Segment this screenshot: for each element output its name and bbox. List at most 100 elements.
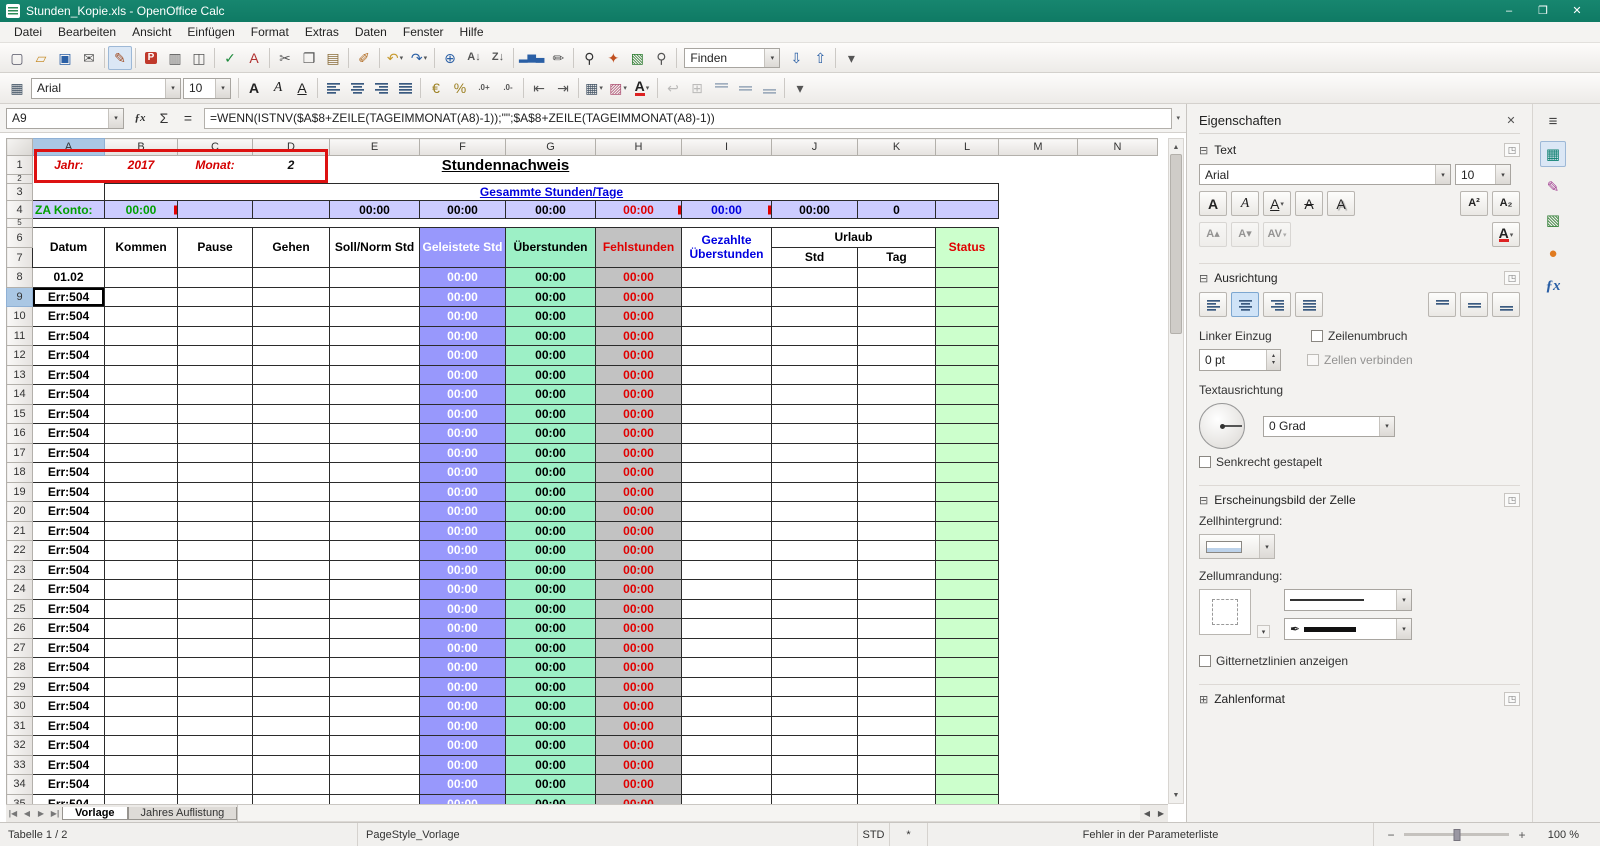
cell[interactable]: Err:504 [32, 462, 105, 483]
cell[interactable] [681, 442, 772, 463]
cell[interactable] [857, 442, 936, 463]
cell[interactable] [252, 364, 330, 385]
cell[interactable]: Jahr: [33, 156, 105, 175]
new-document-icon[interactable]: ▢ [5, 46, 29, 70]
cell[interactable]: Kommen [104, 227, 178, 268]
cell[interactable] [329, 793, 420, 804]
cell[interactable] [177, 559, 253, 580]
page-preview-icon[interactable]: ◫ [187, 46, 211, 70]
row-header-26[interactable]: 26 [6, 618, 33, 639]
align-right-icon[interactable] [1263, 292, 1291, 317]
cell[interactable] [1078, 365, 1158, 385]
toolbar-options-icon[interactable]: ▾ [839, 46, 863, 70]
cell[interactable]: 00:00 [595, 657, 682, 678]
cell[interactable] [771, 501, 858, 522]
cell[interactable]: Status [935, 227, 999, 268]
cell[interactable] [999, 404, 1078, 424]
cell[interactable] [681, 754, 772, 775]
paste-icon[interactable]: ▤ [321, 46, 345, 70]
cell[interactable] [999, 638, 1078, 658]
cell[interactable] [177, 442, 253, 463]
print-icon[interactable]: ▥ [163, 46, 187, 70]
menu-Einfügen[interactable]: Einfügen [179, 23, 242, 41]
cell[interactable] [999, 599, 1078, 619]
cell[interactable]: 00:00 [419, 618, 506, 639]
cell[interactable] [104, 715, 178, 736]
background-color-icon[interactable]: ▨ ▾ [606, 76, 630, 100]
cell[interactable] [252, 715, 330, 736]
cell[interactable] [999, 156, 1078, 175]
cell[interactable] [858, 156, 936, 175]
cell[interactable] [935, 637, 999, 658]
wrap-text-icon[interactable]: ↩ [661, 76, 685, 100]
cell[interactable] [1078, 775, 1158, 795]
cell[interactable] [999, 502, 1078, 522]
cell[interactable] [771, 306, 858, 327]
cell[interactable]: 00:00 [419, 540, 506, 561]
cell[interactable] [104, 501, 178, 522]
find-up-icon[interactable]: ⇧ [808, 46, 832, 70]
row-header-6[interactable]: 6 [6, 227, 33, 248]
cell[interactable] [104, 676, 178, 697]
cell[interactable] [1078, 268, 1158, 288]
cell[interactable]: 00:00 [595, 540, 682, 561]
row-header-4[interactable]: 4 [6, 200, 33, 219]
cell[interactable] [771, 715, 858, 736]
cell[interactable] [681, 657, 772, 678]
open-icon[interactable]: ▱ [29, 46, 53, 70]
align-top-icon[interactable] [709, 76, 733, 100]
cell[interactable] [252, 579, 330, 600]
cell[interactable] [771, 774, 858, 795]
align-right-icon[interactable] [369, 76, 393, 100]
cell[interactable] [771, 520, 858, 541]
number-format-currency-icon[interactable]: € [424, 76, 448, 100]
cell[interactable] [935, 286, 999, 307]
alignment-dialog-launcher-icon[interactable]: ◳ [1504, 271, 1520, 285]
cell[interactable] [999, 443, 1078, 463]
cell[interactable] [177, 306, 253, 327]
cell[interactable] [771, 598, 858, 619]
cell[interactable]: 00:00 [595, 676, 682, 697]
cell[interactable] [681, 618, 772, 639]
cell[interactable] [329, 540, 420, 561]
copy-icon[interactable]: ❐ [297, 46, 321, 70]
show-draw-functions-icon[interactable]: ✏ [546, 46, 570, 70]
column-header-D[interactable]: D [252, 138, 330, 156]
cell[interactable]: Err:504 [32, 598, 105, 619]
cell[interactable]: 00:00 [419, 598, 506, 619]
cell[interactable] [771, 696, 858, 717]
minimize-button[interactable]: – [1492, 0, 1526, 22]
cell[interactable] [935, 423, 999, 444]
cell[interactable] [936, 156, 999, 175]
cell[interactable]: 00:00 [505, 618, 596, 639]
borders-icon[interactable]: ▦ ▾ [582, 76, 606, 100]
email-icon[interactable]: ✉ [77, 46, 101, 70]
cell[interactable]: Err:504 [32, 403, 105, 424]
sidebar-font-name-select[interactable]: Arial ▾ [1199, 164, 1451, 185]
cell[interactable] [771, 442, 858, 463]
row-header-22[interactable]: 22 [6, 540, 33, 561]
cell[interactable] [252, 637, 330, 658]
cell[interactable] [771, 540, 858, 561]
cell[interactable] [252, 200, 330, 219]
collapse-icon[interactable]: ⊟ [1199, 272, 1208, 285]
cell[interactable] [33, 219, 1158, 228]
first-sheet-icon[interactable]: |◀ [6, 805, 20, 822]
cell[interactable]: Err:504 [32, 501, 105, 522]
cell[interactable]: 00:00 [595, 267, 682, 288]
cell[interactable] [999, 385, 1078, 405]
cell[interactable]: 00:00 [419, 774, 506, 795]
cell[interactable] [329, 423, 420, 444]
format-table-icon[interactable]: ▦ [5, 76, 29, 100]
merge-cells-icon[interactable]: ⊞ [685, 76, 709, 100]
cell[interactable] [935, 200, 999, 219]
strikethrough-icon[interactable]: A [1295, 191, 1323, 216]
cell[interactable] [177, 754, 253, 775]
cell[interactable]: Err:504 [32, 774, 105, 795]
cell[interactable] [999, 677, 1078, 697]
wrap-text-checkbox[interactable] [1311, 330, 1323, 342]
cell[interactable] [1078, 716, 1158, 736]
maximize-button[interactable]: ❐ [1526, 0, 1560, 22]
cell[interactable]: 00:00 [505, 442, 596, 463]
row-header-29[interactable]: 29 [6, 676, 33, 697]
